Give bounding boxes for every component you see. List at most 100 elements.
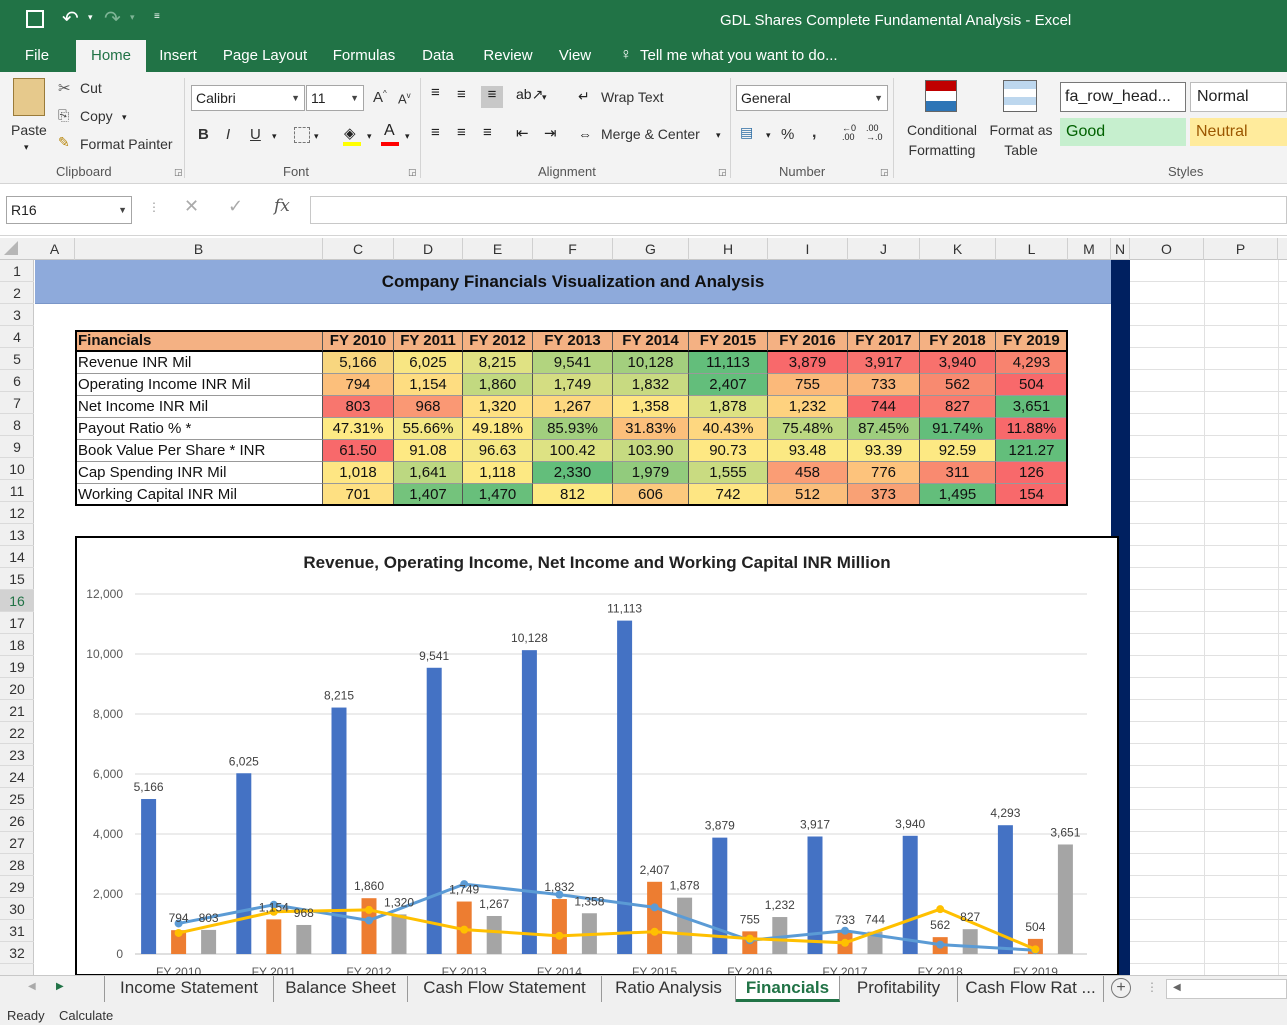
orientation-dropdown-icon[interactable]: ▾ [542,92,547,103]
table-row-label[interactable]: Cap Spending INR Mil [75,462,323,484]
fill-color-dropdown-icon[interactable]: ▾ [367,131,372,142]
table-cell[interactable]: 90.73 [689,440,768,462]
table-cell[interactable]: 8,215 [463,352,533,374]
table-cell[interactable]: 154 [996,484,1068,506]
table-cell[interactable]: 742 [689,484,768,506]
table-header-year[interactable]: FY 2015 [689,330,768,352]
table-cell[interactable]: 93.39 [848,440,920,462]
table-cell[interactable]: 562 [920,374,996,396]
sheet-tab-ratio-analysis[interactable]: Ratio Analysis [602,976,736,1002]
column-header[interactable]: N [1111,238,1130,260]
table-cell[interactable]: 40.43% [689,418,768,440]
clipboard-launcher-icon[interactable]: ◲ [174,167,183,178]
column-header[interactable]: M [1068,238,1111,260]
row-header[interactable]: 32 [0,942,34,964]
undo-icon[interactable]: ↶ [62,6,79,31]
row-header[interactable]: 7 [0,392,34,414]
table-cell[interactable]: 93.48 [768,440,848,462]
table-row-label[interactable]: Net Income INR Mil [75,396,323,418]
font-color-icon[interactable]: A [384,122,395,140]
cell-style-good[interactable]: Good [1060,118,1186,146]
row-header[interactable]: 30 [0,898,34,920]
table-cell[interactable]: 47.31% [323,418,394,440]
column-header[interactable]: A [35,238,75,260]
column-header[interactable]: H [689,238,768,260]
table-header-year[interactable]: FY 2019 [996,330,1068,352]
redo-dropdown-icon[interactable]: ▾ [130,12,135,23]
row-header[interactable]: 20 [0,678,34,700]
customize-qat-icon[interactable]: ≡ [154,11,160,22]
row-header[interactable]: 6 [0,370,34,392]
table-cell[interactable]: 11.88% [996,418,1068,440]
save-icon[interactable] [26,10,44,28]
column-header[interactable]: P [1204,238,1278,260]
table-cell[interactable]: 1,860 [463,374,533,396]
format-painter-button[interactable]: Format Painter [80,136,173,152]
number-launcher-icon[interactable]: ◲ [880,167,889,178]
undo-dropdown-icon[interactable]: ▾ [88,12,93,23]
table-cell[interactable]: 1,641 [394,462,463,484]
row-header[interactable]: 18 [0,634,34,656]
table-cell[interactable]: 4,293 [996,352,1068,374]
table-cell[interactable]: 9,541 [533,352,613,374]
font-color-dropdown-icon[interactable]: ▾ [405,131,410,142]
tab-home[interactable]: Home [76,40,146,72]
align-left-icon[interactable]: ≡ [431,124,440,141]
table-cell[interactable]: 803 [323,396,394,418]
table-cell[interactable]: 103.90 [613,440,689,462]
comma-button[interactable]: , [812,124,816,142]
row-header[interactable]: 24 [0,766,34,788]
table-cell[interactable]: 55.66% [394,418,463,440]
table-cell[interactable]: 1,878 [689,396,768,418]
table-cell[interactable]: 1,232 [768,396,848,418]
table-cell[interactable]: 512 [768,484,848,506]
table-cell[interactable]: 91.08 [394,440,463,462]
row-header[interactable]: 3 [0,304,34,326]
cell-style-fa-row-head[interactable]: fa_row_head... [1060,82,1186,112]
table-cell[interactable]: 776 [848,462,920,484]
tab-view[interactable]: View [552,40,598,72]
table-cell[interactable]: 373 [848,484,920,506]
table-cell[interactable]: 87.45% [848,418,920,440]
table-cell[interactable]: 92.59 [920,440,996,462]
table-cell[interactable]: 1,118 [463,462,533,484]
chart-container[interactable]: Revenue, Operating Income, Net Income an… [75,536,1119,975]
table-cell[interactable]: 3,651 [996,396,1068,418]
table-cell[interactable]: 311 [920,462,996,484]
scroll-left-arrow-icon[interactable]: ◀ [1173,982,1181,993]
column-header[interactable]: G [613,238,689,260]
redo-icon[interactable]: ↷ [104,6,121,31]
accounting-format-icon[interactable]: ▤ [740,124,753,141]
row-header[interactable]: 25 [0,788,34,810]
font-size-select[interactable]: 11 ▼ [306,85,364,111]
table-cell[interactable]: 1,320 [463,396,533,418]
underline-dropdown-icon[interactable]: ▾ [272,131,277,142]
table-cell[interactable]: 968 [394,396,463,418]
table-cell[interactable]: 85.93% [533,418,613,440]
table-cell[interactable]: 11,113 [689,352,768,374]
column-header[interactable]: J [848,238,920,260]
table-row-label[interactable]: Book Value Per Share * INR [75,440,323,462]
table-cell[interactable]: 3,917 [848,352,920,374]
table-cell[interactable]: 6,025 [394,352,463,374]
sheet-tab-cash-flow-ratios[interactable]: Cash Flow Rat ... [958,976,1104,1002]
insert-function-button[interactable]: fx [274,196,290,216]
table-cell[interactable]: 1,154 [394,374,463,396]
align-top-icon[interactable]: ≡ [431,84,440,101]
cut-button[interactable]: Cut [80,80,102,96]
table-cell[interactable]: 49.18% [463,418,533,440]
paste-button[interactable]: Paste [11,122,47,138]
table-cell[interactable]: 2,407 [689,374,768,396]
table-cell[interactable]: 75.48% [768,418,848,440]
fill-color-icon[interactable]: ◈ [344,124,356,142]
cancel-icon[interactable]: ✕ [184,196,199,217]
table-cell[interactable]: 126 [996,462,1068,484]
table-cell[interactable]: 61.50 [323,440,394,462]
merge-dropdown-icon[interactable]: ▾ [716,130,721,141]
table-header-year[interactable]: FY 2017 [848,330,920,352]
table-cell[interactable]: 1,018 [323,462,394,484]
table-cell[interactable]: 744 [848,396,920,418]
table-cell[interactable]: 1,832 [613,374,689,396]
sheet-tab-financials[interactable]: Financials [736,976,840,1002]
merge-center-button[interactable]: Merge & Center [601,126,700,142]
